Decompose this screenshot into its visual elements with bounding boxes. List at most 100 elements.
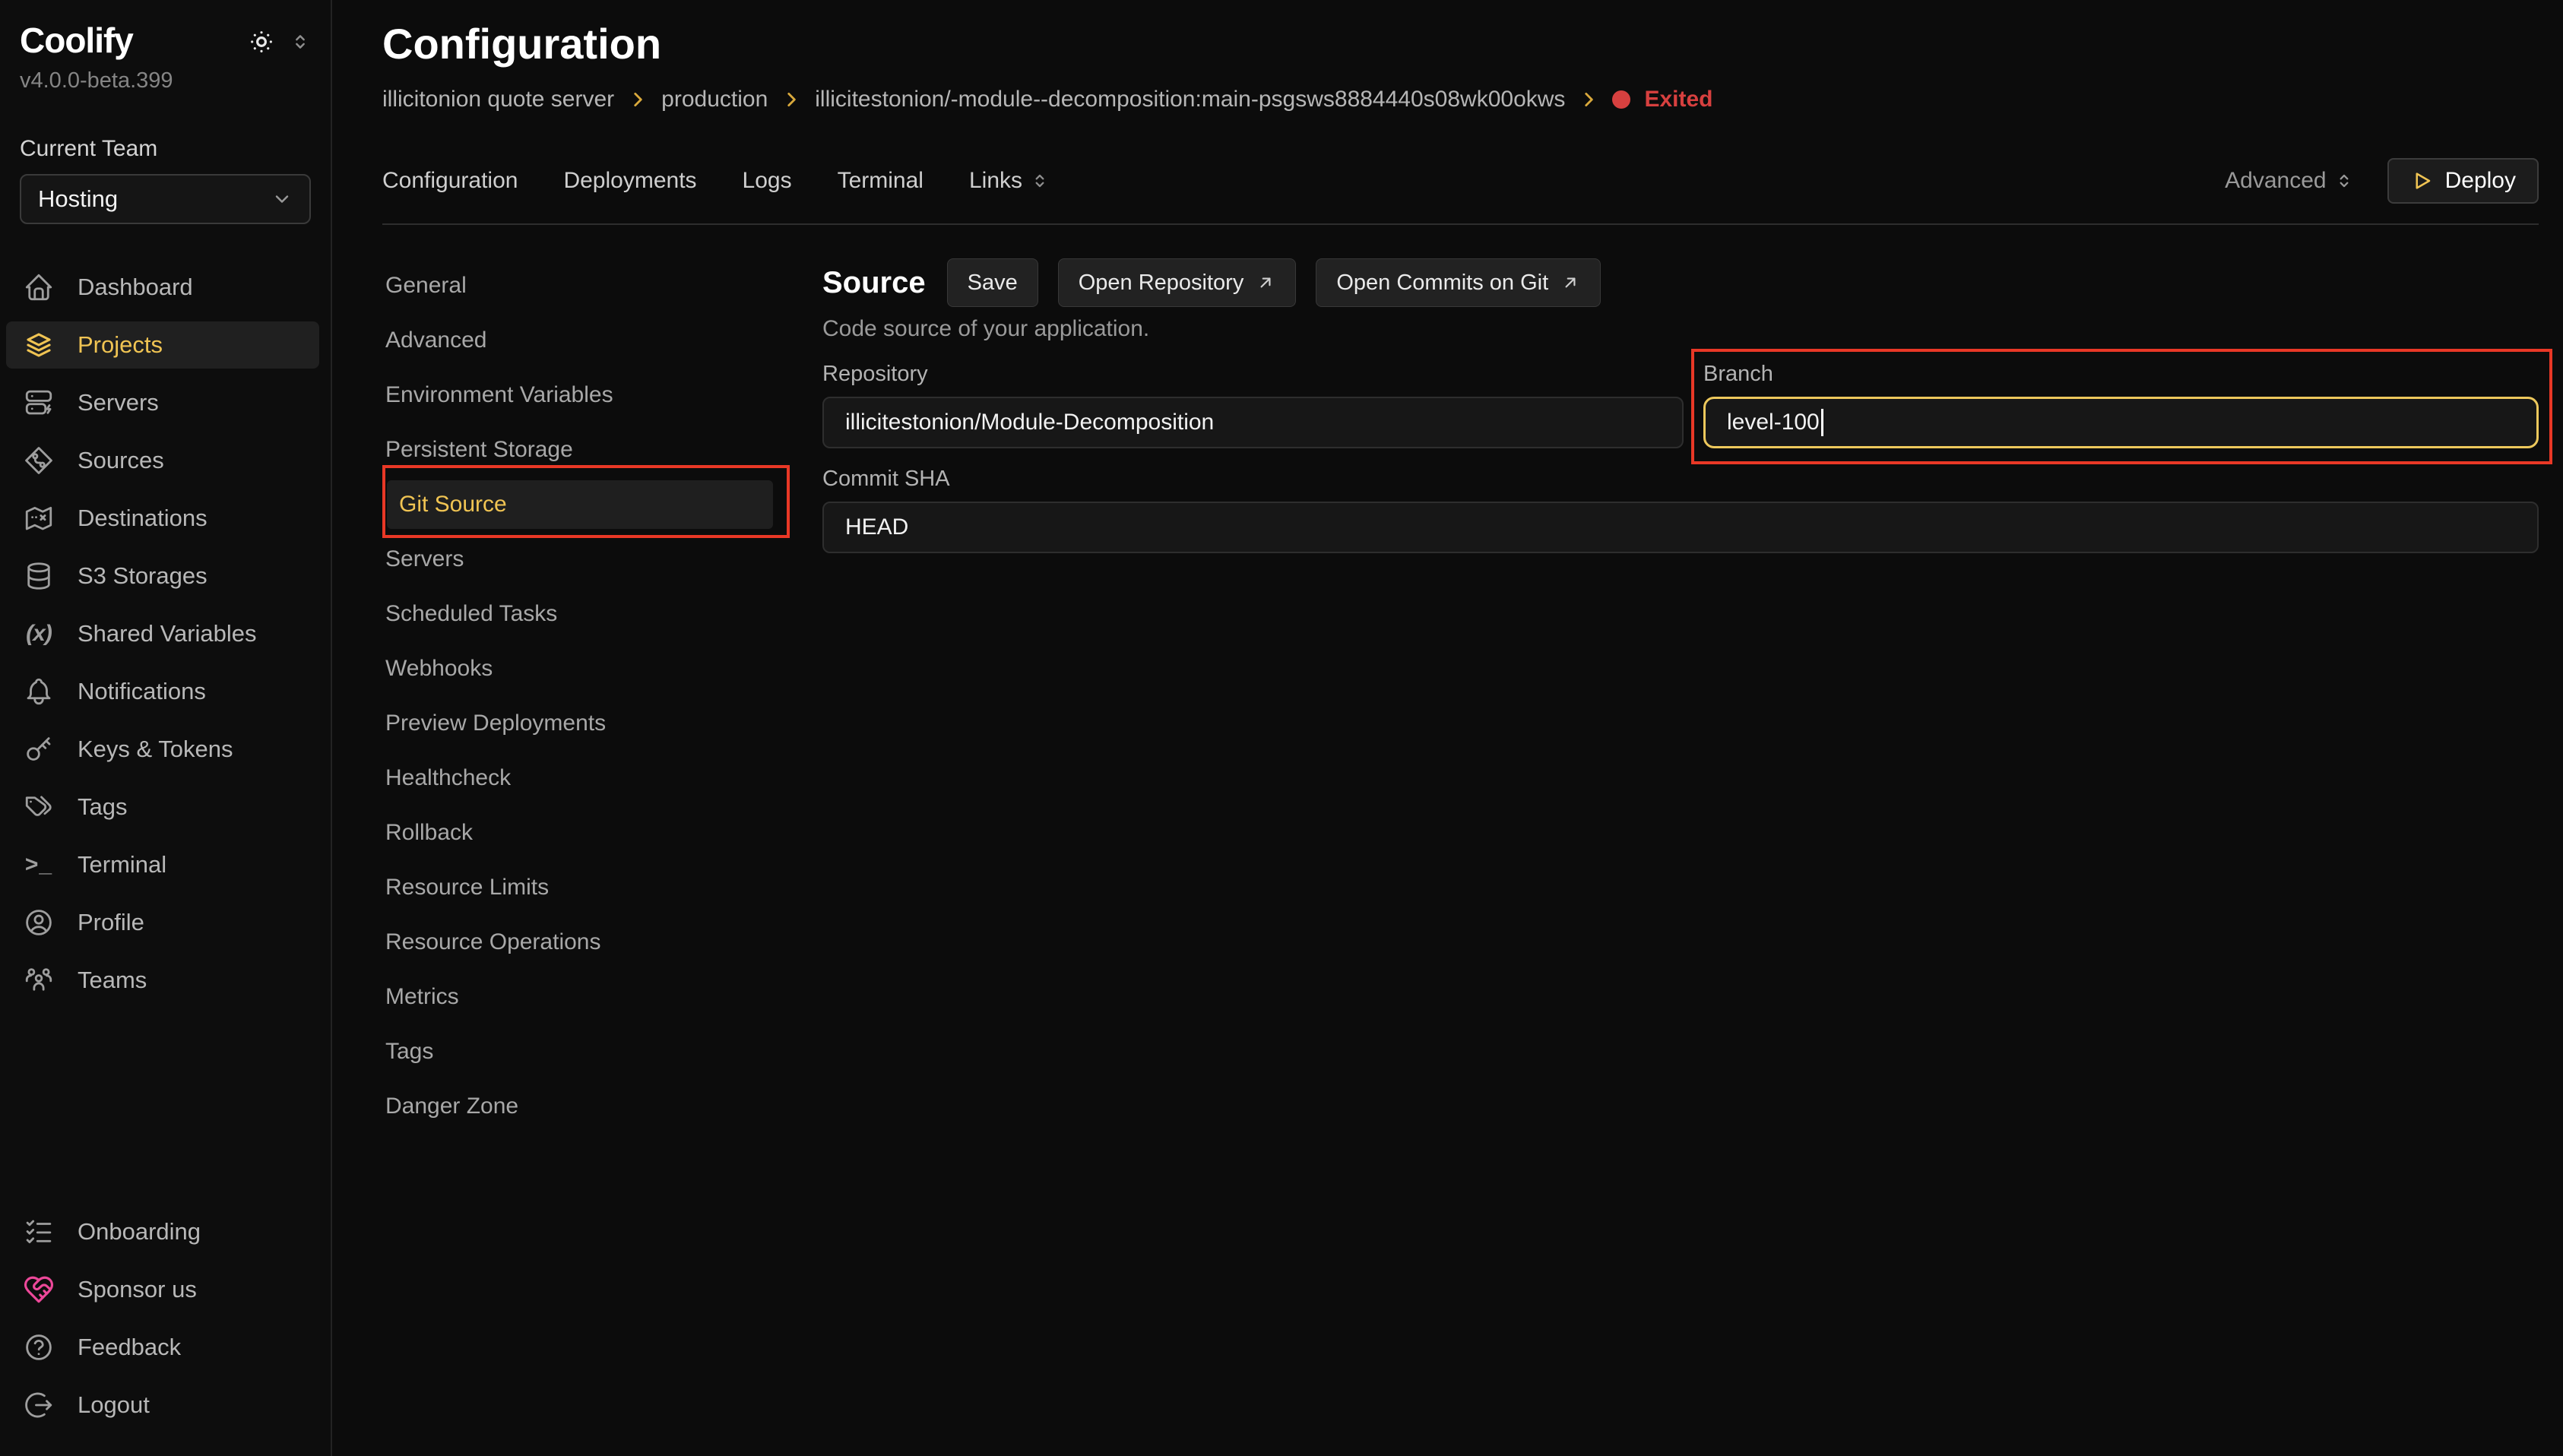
play-icon <box>2410 169 2433 192</box>
sun-icon <box>247 27 276 56</box>
source-header: Source Save Open Repository Open Commits… <box>822 258 2539 307</box>
open-commits-button[interactable]: Open Commits on Git <box>1316 258 1601 307</box>
main-content: Configuration illicitonion quote server … <box>332 0 2563 1456</box>
subnav-item-resource-limits[interactable]: Resource Limits <box>382 860 822 915</box>
chevron-right-icon <box>781 90 801 109</box>
commit-sha-field-group: Commit SHA HEAD <box>822 467 2539 553</box>
sidebar-item-dashboard[interactable]: Dashboard <box>6 264 319 311</box>
subnav-item-webhooks[interactable]: Webhooks <box>382 641 822 696</box>
subnav-item-environment-variables[interactable]: Environment Variables <box>382 368 822 423</box>
up-down-icon <box>290 31 311 52</box>
commit-sha-input[interactable]: HEAD <box>822 502 2539 553</box>
save-button[interactable]: Save <box>947 258 1038 307</box>
sidebar-item-destinations[interactable]: Destinations <box>6 495 319 542</box>
team-select[interactable]: Hosting <box>20 174 311 224</box>
theme-toggle-button[interactable] <box>247 27 276 56</box>
sidebar-item-feedback[interactable]: Feedback <box>6 1324 319 1371</box>
breadcrumb-project[interactable]: illicitonion quote server <box>382 87 614 112</box>
source-description: Code source of your application. <box>822 316 2539 342</box>
source-fields: Repository illicitestonion/Module-Decomp… <box>822 362 2539 553</box>
breadcrumb: illicitonion quote server production ill… <box>382 84 2539 116</box>
status-badge: Exited <box>1644 87 1712 112</box>
sidebar-nav: Dashboard Projects Servers <box>20 264 311 1014</box>
sidebar-item-s3-storages[interactable]: S3 Storages <box>6 552 319 600</box>
tab-configuration[interactable]: Configuration <box>382 168 518 194</box>
sidebar-item-servers[interactable]: Servers <box>6 379 319 426</box>
tab-logs[interactable]: Logs <box>743 168 792 194</box>
commit-sha-label: Commit SHA <box>822 467 2539 492</box>
server-icon <box>23 387 55 419</box>
external-link-icon <box>1560 273 1580 293</box>
advanced-menu[interactable]: Advanced <box>2225 168 2353 194</box>
subnav-item-persistent-storage[interactable]: Persistent Storage <box>382 423 822 477</box>
home-icon <box>23 271 55 303</box>
help-circle-icon <box>23 1331 55 1363</box>
brand-row: Coolify <box>20 20 311 61</box>
branch-input[interactable]: level-100 <box>1703 397 2539 448</box>
subnav-item-danger-zone[interactable]: Danger Zone <box>382 1079 822 1134</box>
breadcrumb-environment[interactable]: production <box>661 87 768 112</box>
chevron-right-icon <box>628 90 648 109</box>
tab-links[interactable]: Links <box>969 168 1050 194</box>
user-circle-icon <box>23 907 55 938</box>
subnav-item-healthcheck[interactable]: Healthcheck <box>382 751 822 806</box>
sidebar-item-terminal[interactable]: >_ Terminal <box>6 841 319 888</box>
subnav-item-tags[interactable]: Tags <box>382 1024 822 1079</box>
app-version: v4.0.0-beta.399 <box>20 68 311 93</box>
open-repository-button[interactable]: Open Repository <box>1058 258 1297 307</box>
sidebar-item-onboarding[interactable]: Onboarding <box>6 1208 319 1255</box>
coolify-app: Coolify v4.0.0-beta.399 Current Team Hos… <box>0 0 2563 1456</box>
chevron-down-icon <box>271 188 293 210</box>
subnav-item-metrics[interactable]: Metrics <box>382 970 822 1024</box>
sidebar-bottom-nav: Onboarding Sponsor us Fe <box>20 1208 311 1439</box>
subnav-item-general[interactable]: General <box>382 258 822 313</box>
heart-handshake-icon <box>23 1274 55 1306</box>
source-panel: Source Save Open Repository Open Commits… <box>822 258 2539 1134</box>
configuration-content: General Advanced Environment Variables P… <box>382 258 2539 1134</box>
terminal-icon: >_ <box>23 849 55 881</box>
map-icon <box>23 502 55 534</box>
tags-icon <box>23 791 55 823</box>
up-down-icon <box>2334 171 2354 191</box>
subnav-item-servers[interactable]: Servers <box>382 532 822 587</box>
key-icon <box>23 733 55 765</box>
chevron-right-icon <box>1579 90 1598 109</box>
tab-bar: Configuration Deployments Logs Terminal … <box>382 158 2539 204</box>
subnav-item-rollback[interactable]: Rollback <box>382 806 822 860</box>
sidebar-item-projects[interactable]: Projects <box>6 321 319 369</box>
subnav-item-scheduled-tasks[interactable]: Scheduled Tasks <box>382 587 822 641</box>
shared-variables-icon: (x) <box>23 618 55 650</box>
repository-field-group: Repository illicitestonion/Module-Decomp… <box>822 362 1684 448</box>
breadcrumb-application[interactable]: illicitestonion/-module--decomposition:m… <box>815 87 1565 112</box>
sidebar-item-notifications[interactable]: Notifications <box>6 668 319 715</box>
current-team-label: Current Team <box>20 136 311 162</box>
external-link-icon <box>1256 273 1275 293</box>
team-select-value: Hosting <box>38 185 118 213</box>
up-down-icon <box>1030 171 1050 191</box>
logout-icon <box>23 1389 55 1421</box>
subnav-item-resource-operations[interactable]: Resource Operations <box>382 915 822 970</box>
subnav-item-advanced[interactable]: Advanced <box>382 313 822 368</box>
repository-input[interactable]: illicitestonion/Module-Decomposition <box>822 397 1684 448</box>
text-cursor <box>1821 409 1823 436</box>
theme-selector-chevrons[interactable] <box>290 31 311 52</box>
database-icon <box>23 560 55 592</box>
deploy-button[interactable]: Deploy <box>2387 158 2539 204</box>
layers-icon <box>23 329 55 361</box>
sidebar-item-shared-variables[interactable]: (x) Shared Variables <box>6 610 319 657</box>
sidebar: Coolify v4.0.0-beta.399 Current Team Hos… <box>0 0 332 1456</box>
branch-label: Branch <box>1703 362 2539 388</box>
sidebar-item-tags[interactable]: Tags <box>6 783 319 831</box>
tab-deployments[interactable]: Deployments <box>563 168 696 194</box>
sidebar-item-teams[interactable]: Teams <box>6 957 319 1004</box>
sidebar-item-sources[interactable]: Sources <box>6 437 319 484</box>
status-dot <box>1612 90 1630 109</box>
sidebar-item-keys-tokens[interactable]: Keys & Tokens <box>6 726 319 773</box>
sidebar-item-sponsor-us[interactable]: Sponsor us <box>6 1266 319 1313</box>
sidebar-item-logout[interactable]: Logout <box>6 1382 319 1429</box>
subnav-item-preview-deployments[interactable]: Preview Deployments <box>382 696 822 751</box>
branch-field-group: Branch level-100 <box>1703 362 2539 448</box>
tab-terminal[interactable]: Terminal <box>838 168 924 194</box>
subnav-item-git-source[interactable]: Git Source <box>387 480 773 529</box>
sidebar-item-profile[interactable]: Profile <box>6 899 319 946</box>
